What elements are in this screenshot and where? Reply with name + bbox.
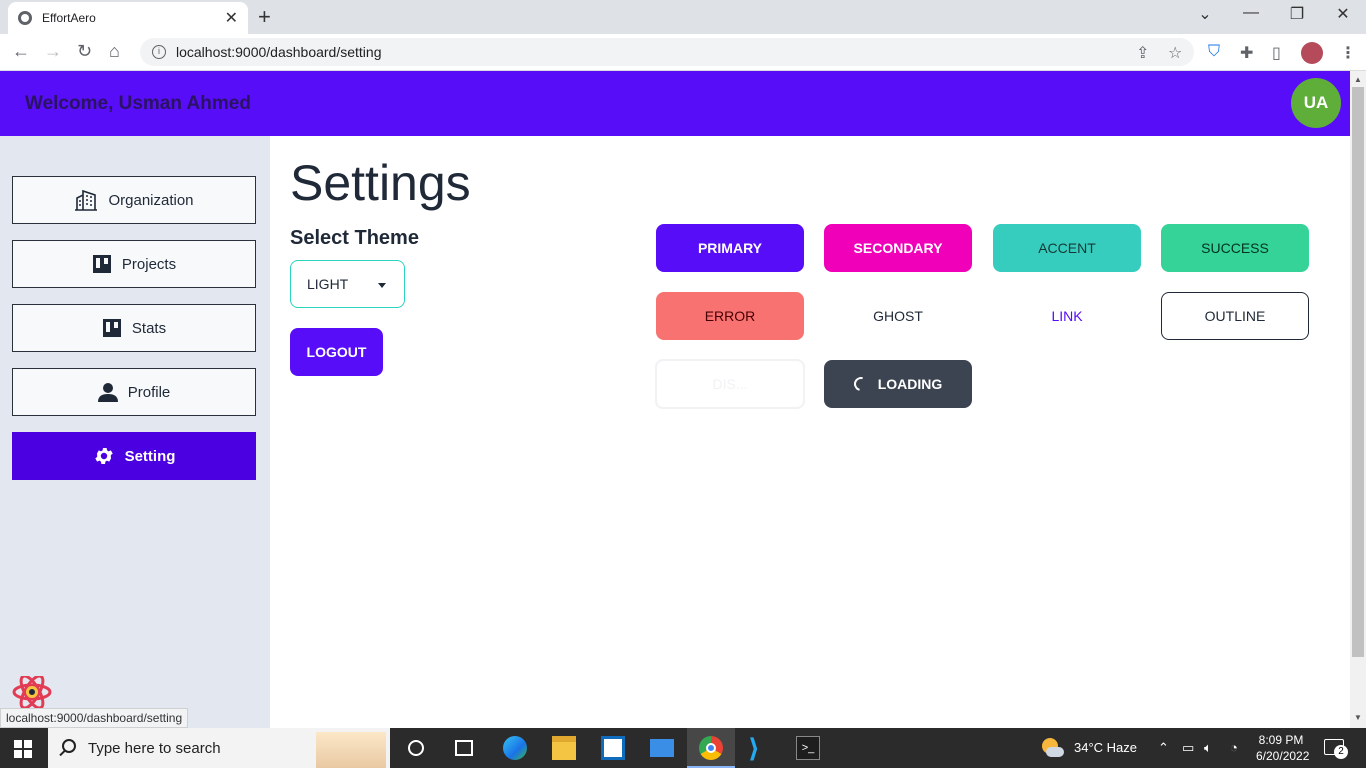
sidebar-item-label: Setting: [124, 447, 176, 465]
shield-extension-icon[interactable]: ⛉: [1208, 43, 1220, 61]
theme-select[interactable]: LIGHT: [290, 260, 405, 308]
sidebar-item-label: Organization: [108, 191, 194, 209]
weather-text[interactable]: 34°C Haze: [1074, 740, 1137, 755]
scrollbar-thumb[interactable]: [1352, 87, 1364, 657]
url-text: localhost:9000/dashboard/setting: [176, 44, 382, 60]
windows-start-icon[interactable]: [14, 740, 32, 763]
outline-button[interactable]: OUTLINE: [1161, 292, 1309, 340]
accent-button[interactable]: ACCENT: [993, 224, 1141, 272]
terminal-icon[interactable]: >_: [796, 736, 820, 760]
notification-center-icon[interactable]: 2: [1324, 739, 1348, 759]
cortana-icon[interactable]: [408, 740, 424, 756]
clock[interactable]: 8:09 PM 6/20/2022: [1256, 732, 1310, 764]
link-button[interactable]: LINK: [993, 292, 1141, 340]
person-icon: [97, 382, 118, 402]
store-icon[interactable]: [601, 736, 625, 760]
browser-toolbar: ← → ↻ ⌂ i localhost:9000/dashboard/setti…: [0, 34, 1366, 71]
board-icon: [102, 318, 122, 338]
tab-title: EffortAero: [42, 11, 96, 25]
board-icon: [92, 254, 112, 274]
address-bar[interactable]: i localhost:9000/dashboard/setting: [140, 38, 1194, 66]
back-icon[interactable]: ←: [12, 41, 30, 62]
file-explorer-icon[interactable]: [552, 736, 576, 760]
app-header: Welcome, Usman Ahmed UA: [0, 71, 1350, 136]
loading-label: LOADING: [877, 376, 943, 392]
search-icon: [62, 739, 76, 753]
chevron-up-icon[interactable]: ⌃: [1158, 740, 1169, 756]
loading-button[interactable]: LOADING: [824, 360, 972, 408]
avatar[interactable]: UA: [1291, 78, 1341, 128]
disabled-button: DIS...: [655, 359, 805, 409]
windows-taskbar: Type here to search ⟩ >_ 34°C Haze ⌃ ▭ 🔈…: [0, 728, 1366, 768]
home-icon[interactable]: ⌂: [109, 41, 120, 62]
taskbar-search[interactable]: Type here to search: [48, 728, 390, 768]
extensions-puzzle-icon[interactable]: ✚: [1240, 43, 1253, 63]
scroll-up-icon[interactable]: ▲: [1354, 75, 1362, 84]
chrome-icon: [699, 736, 723, 760]
reload-icon[interactable]: ↻: [77, 41, 92, 62]
close-window-button[interactable]: ✕: [1320, 4, 1366, 24]
browser-tab-strip: EffortAero ✕ + ⌄ — ❐ ✕: [0, 0, 1366, 34]
volume-icon[interactable]: 🔈︎: [1204, 740, 1212, 756]
sidebar-item-setting[interactable]: Setting: [12, 432, 256, 480]
weather-icon: [1042, 738, 1064, 758]
bookmark-star-icon[interactable]: ☆: [1168, 43, 1182, 63]
page-title: Settings: [290, 155, 471, 211]
notification-count-badge: 2: [1334, 745, 1348, 759]
sidebar-item-projects[interactable]: Projects: [12, 240, 256, 288]
sidebar-item-stats[interactable]: Stats: [12, 304, 256, 352]
edge-icon[interactable]: [503, 736, 527, 760]
ghost-button[interactable]: GHOST: [824, 292, 972, 340]
scroll-down-icon[interactable]: ▼: [1354, 713, 1362, 722]
info-icon[interactable]: i: [152, 45, 166, 59]
sidebar-item-label: Projects: [121, 255, 177, 273]
logout-button[interactable]: LOGOUT: [290, 328, 383, 376]
share-icon[interactable]: ⇪: [1136, 43, 1149, 63]
success-button[interactable]: SUCCESS: [1161, 224, 1309, 272]
main-content: Settings Select Theme LIGHT LOGOUT PRIMA…: [270, 136, 1350, 728]
caret-down-icon: [378, 283, 386, 288]
status-url-tooltip: localhost:9000/dashboard/setting: [0, 708, 189, 728]
vscode-icon[interactable]: ⟩: [748, 735, 772, 761]
forward-icon[interactable]: →: [44, 41, 62, 62]
building-icon: [74, 188, 98, 212]
browser-menu-icon[interactable]: ⋮: [1340, 43, 1356, 63]
sidebar: Organization Projects Stats Profile Sett…: [0, 136, 270, 728]
taskbar-search-placeholder: Type here to search: [88, 739, 221, 757]
error-button[interactable]: ERROR: [656, 292, 804, 340]
primary-button[interactable]: PRIMARY: [656, 224, 804, 272]
clock-time: 8:09 PM: [1258, 733, 1304, 747]
spinner-icon: [851, 374, 871, 394]
task-view-icon[interactable]: [455, 740, 473, 756]
battery-icon[interactable]: ▭: [1182, 740, 1194, 756]
sidebar-item-label: Profile: [127, 383, 171, 401]
sidebar-item-profile[interactable]: Profile: [12, 368, 256, 416]
page-scrollbar[interactable]: ▲ ▼: [1350, 71, 1366, 728]
restore-button[interactable]: ❐: [1274, 4, 1320, 24]
close-tab-icon[interactable]: ✕: [225, 8, 238, 28]
sidebar-item-organization[interactable]: Organization: [12, 176, 256, 224]
taj-mahal-search-highlight-icon: [316, 732, 386, 768]
wifi-icon[interactable]: ◔: [1230, 740, 1238, 755]
gear-icon: [93, 445, 115, 467]
side-panel-icon[interactable]: ▯: [1272, 43, 1281, 63]
minimize-button[interactable]: —: [1228, 4, 1274, 22]
theme-select-value: LIGHT: [307, 276, 349, 292]
tab-search-icon[interactable]: ⌄: [1182, 4, 1228, 24]
globe-icon: [18, 11, 32, 25]
new-tab-button[interactable]: +: [258, 4, 271, 30]
theme-label: Select Theme: [290, 227, 419, 249]
mail-icon[interactable]: [650, 739, 674, 757]
browser-tab[interactable]: EffortAero ✕: [8, 2, 248, 34]
chrome-taskbar-item[interactable]: [687, 728, 735, 768]
sidebar-item-label: Stats: [131, 319, 167, 337]
profile-avatar[interactable]: [1301, 42, 1323, 64]
secondary-button[interactable]: SECONDARY: [824, 224, 972, 272]
clock-date: 6/20/2022: [1256, 749, 1310, 763]
welcome-text: Welcome, Usman Ahmed: [25, 93, 251, 114]
